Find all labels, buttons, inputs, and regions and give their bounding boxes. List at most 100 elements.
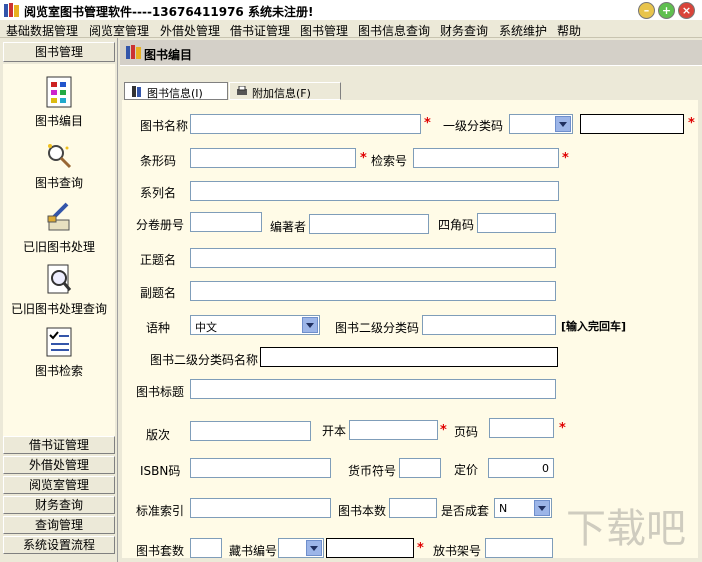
set-count-label: 图书套数: [136, 544, 185, 558]
required-mark: *: [559, 421, 566, 436]
menu-system-maintenance[interactable]: 系统维护: [499, 22, 547, 39]
close-icon: ×: [681, 4, 692, 17]
sidebar-header[interactable]: 图书管理: [3, 42, 115, 62]
sidebar-button-query-management[interactable]: 查询管理: [3, 516, 115, 534]
volume-input[interactable]: [190, 212, 262, 232]
menu-basic-data[interactable]: 基础数据管理: [6, 22, 78, 39]
sidebar-button-reading-room[interactable]: 阅览室管理: [3, 476, 115, 494]
copies-input[interactable]: [389, 498, 437, 518]
sidebar-item-label: 图书编目: [34, 114, 83, 128]
price-label: 定价: [454, 463, 479, 477]
required-mark: *: [688, 116, 695, 131]
sidebar-item-catalog[interactable]: 图书编目: [3, 76, 115, 129]
class2-name-input[interactable]: [260, 347, 558, 367]
main-header: 图书编目: [120, 40, 702, 66]
menu-library-card[interactable]: 借书证管理: [230, 22, 290, 39]
menu-lending-desk[interactable]: 外借处管理: [160, 22, 220, 39]
edition-input[interactable]: [190, 421, 311, 441]
series-input[interactable]: [190, 181, 559, 201]
shelf-input[interactable]: [485, 538, 553, 558]
book-name-input[interactable]: [190, 114, 421, 134]
sidebar-button-system-settings[interactable]: 系统设置流程: [3, 536, 115, 554]
series-label: 系列名: [140, 186, 177, 200]
book-title-input[interactable]: [190, 379, 556, 399]
title-bar: 阅览室图书管理软件----13676411976 系统未注册! – + ×: [0, 0, 702, 20]
menu-reading-room[interactable]: 阅览室管理: [89, 22, 149, 39]
chevron-down-icon: [302, 317, 318, 333]
format-input[interactable]: [349, 420, 438, 440]
book-title-label: 图书标题: [136, 385, 185, 399]
menu-finance-query[interactable]: 财务查询: [440, 22, 488, 39]
set-count-input[interactable]: [190, 538, 222, 558]
fourcorner-input[interactable]: [477, 213, 556, 233]
price-input[interactable]: [488, 458, 554, 478]
barcode-input[interactable]: [190, 148, 356, 168]
book-icon: [132, 86, 141, 97]
checklist-icon: [46, 327, 72, 357]
page-title: 图书编目: [144, 48, 193, 62]
required-mark: *: [360, 151, 367, 166]
chevron-down-icon: [555, 116, 571, 132]
sidebar-button-lending-desk[interactable]: 外借处管理: [3, 456, 115, 474]
standard-index-label: 标准索引: [136, 504, 185, 518]
editor-input[interactable]: [309, 214, 429, 234]
maximize-button[interactable]: +: [658, 2, 675, 19]
isbn-input[interactable]: [190, 458, 331, 478]
edition-label: 版次: [146, 428, 171, 442]
sidebar-item-label: 已旧图书处理: [22, 240, 95, 254]
required-mark: *: [424, 116, 431, 131]
standard-index-input[interactable]: [190, 498, 331, 518]
language-select[interactable]: 中文: [190, 315, 320, 335]
fourcorner-label: 四角码: [438, 218, 475, 232]
is-set-select[interactable]: N: [494, 498, 552, 518]
sidebar-button-library-card[interactable]: 借书证管理: [3, 436, 115, 454]
sidebar-item-old-books[interactable]: 已旧图书处理: [3, 202, 115, 255]
collection-input[interactable]: [326, 538, 414, 558]
format-label: 开本: [322, 424, 347, 438]
sidebar-item-label: 已旧图书处理查询: [10, 302, 107, 316]
class2-input[interactable]: [422, 315, 556, 335]
svg-text:下载吧: 下载吧: [566, 506, 686, 552]
sidebar-item-book-search[interactable]: 图书检索: [3, 326, 115, 379]
is-set-value: N: [499, 502, 508, 515]
language-value: 中文: [195, 321, 217, 334]
editor-label: 编著者: [270, 220, 307, 234]
index-label: 检索号: [371, 154, 408, 168]
tab-label: 附加信息(F): [252, 87, 311, 100]
main-title-input[interactable]: [190, 248, 556, 268]
close-button[interactable]: ×: [678, 2, 695, 19]
printer-icon: [237, 86, 247, 95]
chevron-down-icon: [306, 540, 322, 556]
class2-name-label: 图书二级分类码名称: [150, 353, 259, 367]
document-search-icon: [47, 264, 72, 294]
sidebar-item-book-query[interactable]: 图书查询: [3, 142, 115, 191]
pages-label: 页码: [454, 425, 479, 439]
sidebar-item-old-books-query[interactable]: 已旧图书处理查询: [3, 264, 115, 317]
collection-select[interactable]: [278, 538, 324, 558]
menu-book-management[interactable]: 图书管理: [300, 22, 348, 39]
menu-bar: 基础数据管理 阅览室管理 外借处管理 借书证管理 图书管理 图书信息查询 财务查…: [0, 20, 702, 38]
copies-label: 图书本数: [338, 504, 387, 518]
minimize-button[interactable]: –: [638, 2, 655, 19]
pages-input[interactable]: [489, 418, 554, 438]
tab-book-info[interactable]: 图书信息(I): [124, 82, 228, 100]
currency-input[interactable]: [399, 458, 441, 478]
sub-title-input[interactable]: [190, 281, 556, 301]
required-mark: *: [562, 151, 569, 166]
barcode-label: 条形码: [140, 154, 177, 168]
menu-help[interactable]: 帮助: [557, 22, 581, 39]
is-set-label: 是否成套: [441, 504, 490, 518]
maximize-icon: +: [661, 4, 672, 17]
sidebar-button-finance-query[interactable]: 财务查询: [3, 496, 115, 514]
index-input[interactable]: [413, 148, 559, 168]
sidebar-item-label: 图书查询: [34, 176, 83, 190]
class1-select[interactable]: [509, 114, 573, 134]
catalog-icon: [46, 76, 72, 108]
chevron-down-icon: [534, 500, 550, 516]
shelf-label: 放书架号: [433, 544, 482, 558]
menu-book-info-query[interactable]: 图书信息查询: [358, 22, 430, 39]
enter-hint: [输入完回车]: [561, 320, 627, 333]
tab-extra-info[interactable]: 附加信息(F): [229, 82, 341, 100]
book-name-label: 图书名称: [140, 119, 189, 133]
class1-name-input[interactable]: [580, 114, 684, 134]
